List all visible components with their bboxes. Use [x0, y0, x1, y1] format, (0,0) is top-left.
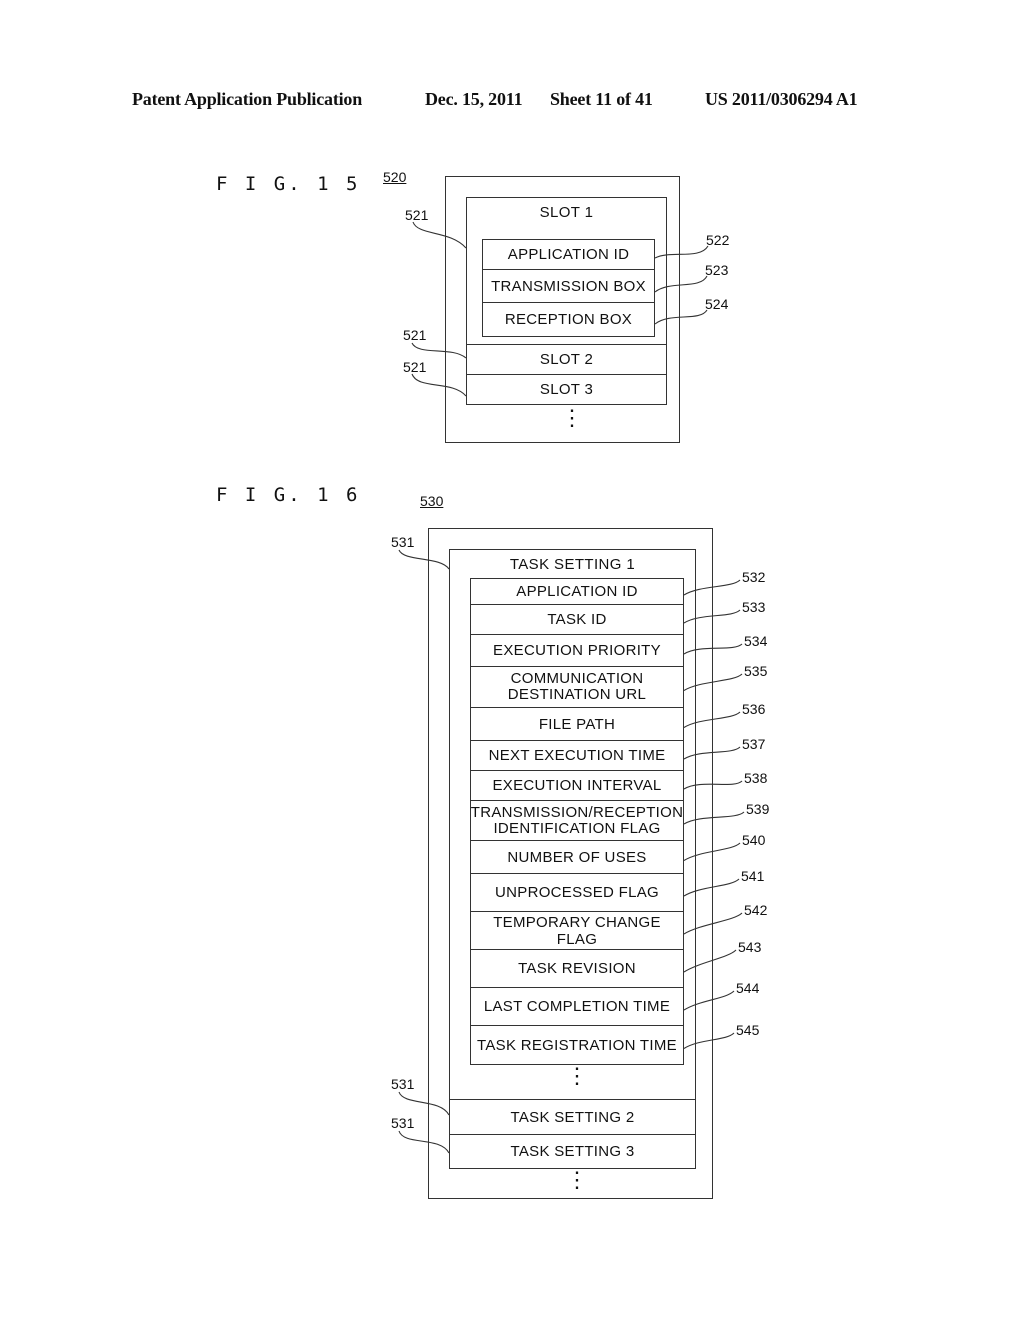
fig16-ref-531-c: 531 — [391, 1115, 415, 1131]
fig15-ref-520: 520 — [383, 169, 407, 185]
fig16-setting2: TASK SETTING 2 — [449, 1099, 696, 1135]
publication-date: Dec. 15, 2011 — [425, 89, 523, 109]
fig16-ref-539: 539 — [746, 801, 770, 817]
fig16-ref-538: 538 — [744, 770, 768, 786]
fig16-field-last-completion-time: LAST COMPLETION TIME — [470, 987, 684, 1026]
fig15-ref-521-b: 521 — [403, 327, 427, 343]
patent-number: US 2011/0306294 A1 — [705, 89, 858, 109]
fig16-ref-540: 540 — [742, 832, 766, 848]
fig16-field-unprocessed-flag: UNPROCESSED FLAG — [470, 873, 684, 912]
fig16-setting1-title: TASK SETTING 1 — [509, 556, 636, 573]
fig15-ref-524: 524 — [705, 296, 729, 312]
fig16-field-number-of-uses: NUMBER OF USES — [470, 840, 684, 874]
fig16-field-next-execution-time: NEXT EXECUTION TIME — [470, 740, 684, 771]
sheet-number: Sheet 11 of 41 — [550, 89, 653, 109]
fig16-field-execution-interval: EXECUTION INTERVAL — [470, 770, 684, 801]
fig16-ref-544: 544 — [736, 980, 760, 996]
fig15-ref-522: 522 — [706, 232, 730, 248]
fig15-slot1-title: SLOT 1 — [539, 204, 594, 221]
fig15-label: F I G. 1 5 — [216, 173, 361, 195]
fig16-setting3: TASK SETTING 3 — [449, 1134, 696, 1169]
fig16-field-transmission-reception-identification-flag: TRANSMISSION/RECEPTION IDENTIFICATION FL… — [470, 800, 684, 841]
publication-title: Patent Application Publication — [132, 89, 363, 109]
fig16-field-task-id: TASK ID — [470, 604, 684, 635]
fig16-inner-ellipsis: ⋮ — [566, 1063, 588, 1088]
fig16-ref-545: 545 — [736, 1022, 760, 1038]
fig16-ref-532: 532 — [742, 569, 766, 585]
fig15-slot2: SLOT 2 — [466, 344, 667, 375]
fig16-ref-530: 530 — [420, 493, 444, 509]
fig15-ref-521-a: 521 — [405, 207, 429, 223]
fig16-ref-534: 534 — [744, 633, 768, 649]
fig15-field-reception-box: RECEPTION BOX — [482, 302, 655, 337]
fig16-ref-533: 533 — [742, 599, 766, 615]
fig16-field-task-revision: TASK REVISION — [470, 949, 684, 988]
fig15-field-application-id: APPLICATION ID — [482, 239, 655, 270]
fig16-ref-535: 535 — [744, 663, 768, 679]
fig16-field-communication-destination-url: COMMUNICATION DESTINATION URL — [470, 666, 684, 708]
fig16-ref-541: 541 — [741, 868, 765, 884]
fig16-field-temporary-change-flag: TEMPORARY CHANGE FLAG — [470, 911, 684, 950]
fig16-ref-543: 543 — [738, 939, 762, 955]
fig16-ref-531-b: 531 — [391, 1076, 415, 1092]
fig16-ref-537: 537 — [742, 736, 766, 752]
fig16-field-execution-priority: EXECUTION PRIORITY — [470, 634, 684, 667]
fig16-field-task-registration-time: TASK REGISTRATION TIME — [470, 1025, 684, 1065]
fig16-label: F I G. 1 6 — [216, 484, 361, 506]
fig15-ellipsis: ⋮ — [561, 405, 583, 430]
fig16-outer-ellipsis: ⋮ — [566, 1167, 588, 1192]
fig16-ref-531-a: 531 — [391, 534, 415, 550]
fig15-slot3: SLOT 3 — [466, 374, 667, 405]
fig16-field-application-id: APPLICATION ID — [470, 578, 684, 605]
fig15-ref-521-c: 521 — [403, 359, 427, 375]
fig15-field-transmission-box: TRANSMISSION BOX — [482, 269, 655, 303]
fig16-ref-536: 536 — [742, 701, 766, 717]
fig16-ref-542: 542 — [744, 902, 768, 918]
fig15-ref-523: 523 — [705, 262, 729, 278]
fig16-field-file-path: FILE PATH — [470, 707, 684, 741]
